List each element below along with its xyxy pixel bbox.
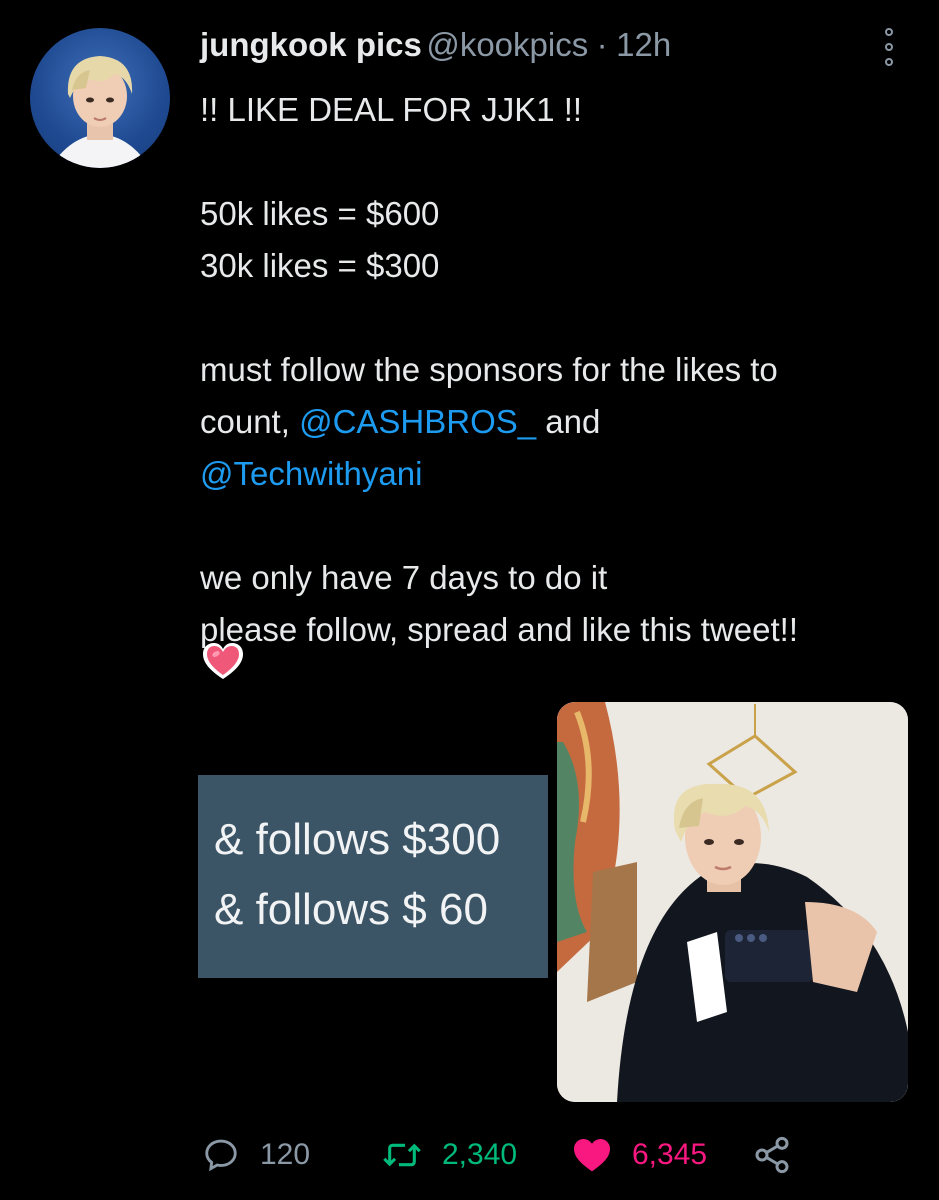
avatar[interactable] xyxy=(30,28,170,168)
tweet: jungkook pics @kookpics · 12h !! LIKE DE… xyxy=(0,0,939,1200)
media-image-photo[interactable] xyxy=(557,702,908,1102)
tweet-line: 50k likes = $600 xyxy=(200,195,440,232)
tweet-text: !! LIKE DEAL FOR JJK1 !! 50k likes = $60… xyxy=(200,84,920,656)
tweet-line: we only have 7 days to do it xyxy=(200,559,608,596)
image-text: & follows $ 60 xyxy=(214,885,488,934)
reply-button[interactable]: 120 xyxy=(202,1130,310,1180)
timestamp[interactable]: 12h xyxy=(616,26,671,63)
tweet-line: count, @CASHBROS_ and xyxy=(200,396,920,448)
like-button[interactable]: 6,345 xyxy=(572,1130,707,1180)
retweet-count: 2,340 xyxy=(442,1138,518,1171)
tweet-line: !! LIKE DEAL FOR JJK1 !! xyxy=(200,91,583,128)
tweet-actions: 120 2,340 6,345 xyxy=(200,1130,900,1180)
tweet-header: jungkook pics @kookpics · 12h xyxy=(200,26,909,70)
tweet-line: must follow the sponsors for the likes t… xyxy=(200,351,778,388)
retweet-button[interactable]: 2,340 xyxy=(382,1130,517,1180)
tweet-line: 30k likes = $300 xyxy=(200,247,440,284)
reply-icon xyxy=(202,1136,240,1174)
like-icon xyxy=(572,1137,612,1173)
like-count: 6,345 xyxy=(632,1138,708,1171)
author-handle[interactable]: @kookpics xyxy=(426,26,588,63)
more-icon[interactable] xyxy=(879,28,899,66)
media-image-screenshot[interactable]: & follows $300 & follows $ 60 xyxy=(198,775,548,978)
retweet-icon xyxy=(382,1137,422,1173)
image-text: & follows $300 xyxy=(214,815,501,864)
author-name[interactable]: jungkook pics xyxy=(200,26,422,63)
mention-link[interactable]: @CASHBROS_ xyxy=(299,403,536,440)
share-button[interactable] xyxy=(752,1130,792,1180)
heart-emoji xyxy=(202,642,244,682)
mention-link[interactable]: @Techwithyani xyxy=(200,455,422,492)
reply-count: 120 xyxy=(260,1138,311,1171)
tweet-line: @Techwithyani xyxy=(200,448,920,500)
tweet-text-fragment: and xyxy=(536,403,601,440)
separator-dot: · xyxy=(596,26,608,63)
tweet-text-fragment: count, xyxy=(200,403,300,440)
tweet-line: please follow, spread and like this twee… xyxy=(200,611,799,648)
share-icon xyxy=(752,1135,792,1175)
